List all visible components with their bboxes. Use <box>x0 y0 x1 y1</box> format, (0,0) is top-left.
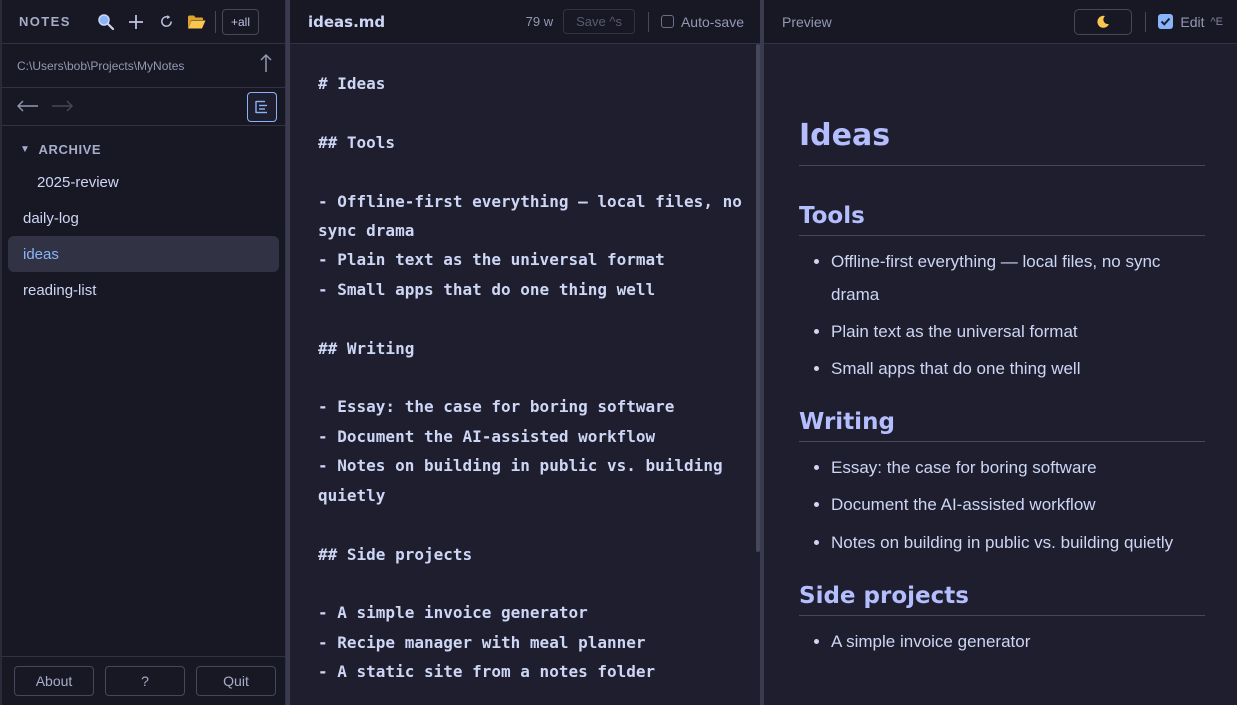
editor-header: ideas.md 79 w Save ^s Auto-save <box>290 0 760 44</box>
save-button[interactable]: Save ^s <box>563 9 635 34</box>
back-arrow-icon[interactable] <box>16 95 50 118</box>
bullet-list: Essay: the case for boring software Docu… <box>799 452 1205 559</box>
preview-title: Preview <box>782 13 832 30</box>
list-item: Essay: the case for boring software <box>831 452 1205 485</box>
outline-toggle-button[interactable] <box>247 91 277 122</box>
list-item: Plain text as the universal format <box>831 316 1205 349</box>
folder-open-icon[interactable] <box>181 7 211 37</box>
folder-path: C:\Users\bob\Projects\MyNotes <box>17 58 185 73</box>
caret-down-icon: ▼ <box>20 143 31 155</box>
file-item[interactable]: daily-log <box>8 200 279 236</box>
theme-toggle-button[interactable] <box>1074 8 1133 35</box>
file-item[interactable]: 2025-review <box>8 164 279 200</box>
help-button[interactable]: ? <box>105 666 185 696</box>
section-heading: Tools <box>799 201 1205 236</box>
folder-label: ARCHIVE <box>38 141 102 157</box>
bullet-list: A simple invoice generator <box>799 626 1205 659</box>
folder-archive[interactable]: ▼ ARCHIVE <box>8 134 279 164</box>
moon-icon <box>1097 15 1110 28</box>
doc-title: Ideas <box>799 116 1205 166</box>
sidebar-title: NOTES <box>19 14 71 29</box>
markdown-editor[interactable]: # Ideas ## Tools - Offline-first everyth… <box>318 69 748 687</box>
sidebar: NOTES +all C:\Users\bob\Projects\MyNotes <box>0 0 286 705</box>
refresh-icon[interactable] <box>151 7 181 37</box>
bullet-list: Offline-first everything — local files, … <box>799 246 1205 385</box>
file-tree: ▼ ARCHIVE 2025-review daily-log ideas re… <box>2 126 285 308</box>
forward-arrow-icon[interactable] <box>50 95 84 118</box>
autosave-checkbox[interactable] <box>660 15 674 28</box>
about-button[interactable]: About <box>14 666 94 696</box>
list-item: Document the AI-assisted workflow <box>831 489 1205 522</box>
section-heading: Writing <box>799 407 1205 443</box>
list-item: Small apps that do one thing well <box>831 353 1205 386</box>
path-bar: C:\Users\bob\Projects\MyNotes <box>2 44 285 88</box>
list-item: A simple invoice generator <box>831 626 1205 659</box>
file-item[interactable]: reading-list <box>8 272 279 308</box>
add-icon[interactable] <box>121 7 151 37</box>
word-count: 79 w <box>525 14 554 29</box>
edit-checkbox[interactable] <box>1158 14 1174 29</box>
sidebar-header: NOTES +all <box>2 0 285 44</box>
rendered-markdown: Ideas Tools Offline-first everything — l… <box>799 100 1205 681</box>
list-item: Notes on building in public vs. building… <box>831 527 1205 560</box>
history-nav <box>2 88 285 126</box>
outline-icon <box>255 100 267 113</box>
expand-all-button[interactable]: +all <box>222 8 260 35</box>
autosave-label: Auto-save <box>680 13 744 30</box>
checkmark-icon <box>1161 17 1171 26</box>
preview-header: Preview Edit ^E <box>764 0 1237 44</box>
list-item: Offline-first everything — local files, … <box>831 246 1205 311</box>
preview-pane: Preview Edit ^E Ideas Tools Offline-firs… <box>764 0 1237 705</box>
edit-shortcut: ^E <box>1210 15 1224 28</box>
header-divider <box>1145 11 1147 32</box>
search-icon[interactable] <box>91 7 121 37</box>
header-divider <box>647 11 649 32</box>
file-item-active[interactable]: ideas <box>8 236 279 272</box>
header-divider <box>215 10 216 33</box>
up-arrow-icon[interactable] <box>259 53 273 79</box>
section-heading: Side projects <box>799 581 1205 617</box>
quit-button[interactable]: Quit <box>196 666 276 696</box>
edit-label: Edit <box>1180 13 1205 30</box>
file-name: ideas.md <box>308 12 386 31</box>
sidebar-footer: About ? Quit <box>2 656 286 705</box>
editor-pane: ideas.md 79 w Save ^s Auto-save # Ideas … <box>290 0 760 705</box>
